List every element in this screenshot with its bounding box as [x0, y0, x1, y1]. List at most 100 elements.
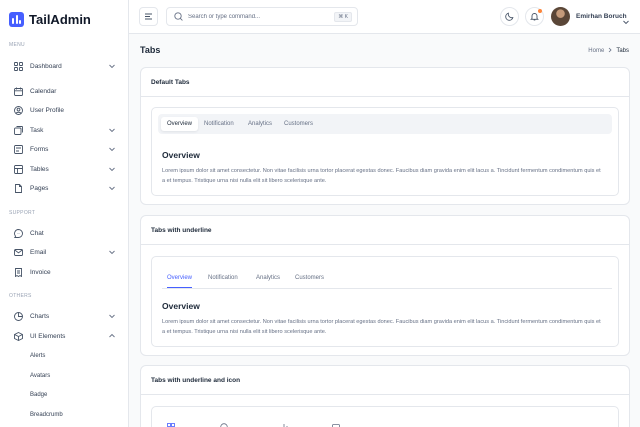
sidebar-item-label: Task: [30, 126, 44, 134]
sidebar-item-dashboard[interactable]: Dashboard: [14, 59, 116, 73]
sidebar-item-label: Invoice: [30, 268, 51, 276]
chevron-down-icon: [108, 62, 116, 70]
sidebar-item-chat[interactable]: Chat: [14, 226, 116, 240]
chevron-down-icon: [108, 248, 116, 256]
card-divider: [141, 96, 629, 97]
sidebar-item-forms[interactable]: Forms: [14, 142, 116, 156]
tab-notification[interactable]: Notification: [208, 275, 238, 287]
sidebar-item-user-profile[interactable]: User Profile: [14, 103, 116, 117]
sidebar-item-label: Email: [30, 248, 47, 256]
sidebar-item-label: Dashboard: [30, 62, 62, 70]
sidebar-item-label: User Profile: [30, 106, 64, 114]
tab-panel-text: Lorem ipsum dolor sit amet consectetur. …: [162, 319, 601, 335]
tabs-container: Overview Notification Analytics Customer…: [151, 256, 619, 347]
bell-icon: [220, 423, 228, 427]
chat-icon: [14, 228, 23, 238]
group-title-support: SUPPORT: [9, 210, 36, 216]
icon-tabs-card: Tabs with underline and icon: [140, 365, 630, 427]
task-icon: [14, 125, 23, 135]
sidebar-item-label: Tables: [30, 165, 49, 173]
avatar[interactable]: [551, 7, 570, 26]
breadcrumb: Home Tabs: [588, 47, 629, 55]
sidebar-item-ui-elements[interactable]: UI Elements: [14, 329, 116, 343]
theme-toggle-button[interactable]: [500, 7, 519, 26]
notifications-button[interactable]: [525, 7, 544, 26]
tab-customers[interactable]: Customers: [278, 117, 319, 131]
sidebar-subitem-avatars[interactable]: Avatars: [30, 373, 50, 379]
brand-name: TailAdmin: [29, 12, 91, 27]
sidebar-item-label: Chat: [30, 229, 44, 237]
sidebar-subitem-alerts[interactable]: Alerts: [30, 353, 45, 359]
search-icon: [174, 8, 183, 26]
chevron-down-icon: [108, 312, 116, 320]
sidebar-item-calendar[interactable]: Calendar: [14, 84, 116, 98]
card-title: Default Tabs: [151, 79, 190, 86]
tab-analytics[interactable]: Analytics: [242, 117, 278, 131]
page-title: Tabs: [140, 45, 161, 55]
brand-logo[interactable]: TailAdmin: [9, 12, 91, 27]
page-icon: [14, 183, 23, 193]
sidebar-item-task[interactable]: Task: [14, 123, 116, 137]
user-circle-icon: [14, 105, 23, 115]
breadcrumb-home-link[interactable]: Home: [588, 48, 604, 54]
pie-chart-icon: [14, 311, 23, 321]
sidebar-toggle-button[interactable]: [139, 7, 158, 26]
sidebar-item-label: Forms: [30, 145, 49, 153]
tab-notification[interactable]: Notification: [198, 117, 240, 131]
grid-icon: [14, 61, 23, 71]
tabs-container: [151, 406, 619, 427]
table-icon: [14, 164, 23, 174]
forms-icon: [14, 144, 23, 154]
menu-icon: [144, 8, 153, 26]
tab-with-icon[interactable]: [332, 423, 340, 427]
chevron-down-icon[interactable]: [622, 13, 630, 25]
search-shortcut-badge: ⌘ K: [334, 12, 352, 22]
sidebar-item-pages[interactable]: Pages: [14, 181, 116, 195]
calendar-icon: [14, 87, 23, 96]
user-name[interactable]: Emirhan Boruch: [576, 13, 627, 20]
sidebar-subitem-badge[interactable]: Badge: [30, 392, 47, 398]
tab-analytics[interactable]: Analytics: [256, 275, 280, 287]
sidebar-item-label: Calendar: [30, 87, 57, 95]
chevron-down-icon: [108, 145, 116, 153]
search-box[interactable]: ⌘ K: [166, 7, 358, 26]
card-title: Tabs with underline and icon: [151, 377, 241, 384]
sidebar-item-label: Charts: [30, 312, 50, 320]
tab-bar: Overview Notification Analytics Customer…: [158, 114, 612, 134]
tab-panel-heading: Overview: [162, 150, 200, 160]
tab-panel-heading: Overview: [162, 301, 200, 311]
tab-overview[interactable]: Overview: [161, 117, 199, 131]
sidebar-item-label: Pages: [30, 184, 49, 192]
sidebar-item-invoice[interactable]: Invoice: [14, 265, 116, 279]
grid-icon: [167, 423, 175, 427]
tab-with-icon[interactable]: [220, 423, 228, 427]
sidebar-item-charts[interactable]: Charts: [14, 309, 116, 323]
card-divider: [141, 244, 629, 245]
search-input[interactable]: [188, 13, 328, 20]
default-tabs-card: Default Tabs Overview Notification Analy…: [140, 67, 630, 205]
chevron-down-icon: [108, 126, 116, 134]
moon-icon: [505, 8, 514, 26]
sidebar-item-email[interactable]: Email: [14, 245, 116, 259]
tab-panel-text: Lorem ipsum dolor sit amet consectetur. …: [162, 168, 601, 184]
card-title: Tabs with underline: [151, 227, 212, 234]
tab-with-icon[interactable]: [167, 423, 175, 427]
mail-icon: [14, 248, 23, 257]
top-header: ⌘ K Emirhan Boruch: [129, 0, 640, 34]
invoice-icon: [14, 267, 23, 277]
sidebar-item-tables[interactable]: Tables: [14, 162, 116, 176]
tab-overview[interactable]: Overview: [167, 275, 193, 288]
tab-underline-divider: [162, 288, 612, 289]
sidebar-subitem-breadcrumb[interactable]: Breadcrumb: [30, 412, 63, 418]
tab-customers[interactable]: Customers: [295, 275, 324, 287]
box-icon: [14, 331, 23, 341]
tab-with-icon[interactable]: [280, 423, 288, 427]
chevron-down-icon: [108, 184, 116, 192]
card-divider: [141, 394, 629, 395]
underline-tabs-card: Tabs with underline Overview Notificatio…: [140, 215, 630, 356]
breadcrumb-current: Tabs: [616, 48, 629, 54]
group-title-others: OTHERS: [9, 293, 32, 299]
chevron-right-icon: [607, 47, 613, 55]
users-icon: [332, 423, 340, 427]
chevron-down-icon: [108, 165, 116, 173]
